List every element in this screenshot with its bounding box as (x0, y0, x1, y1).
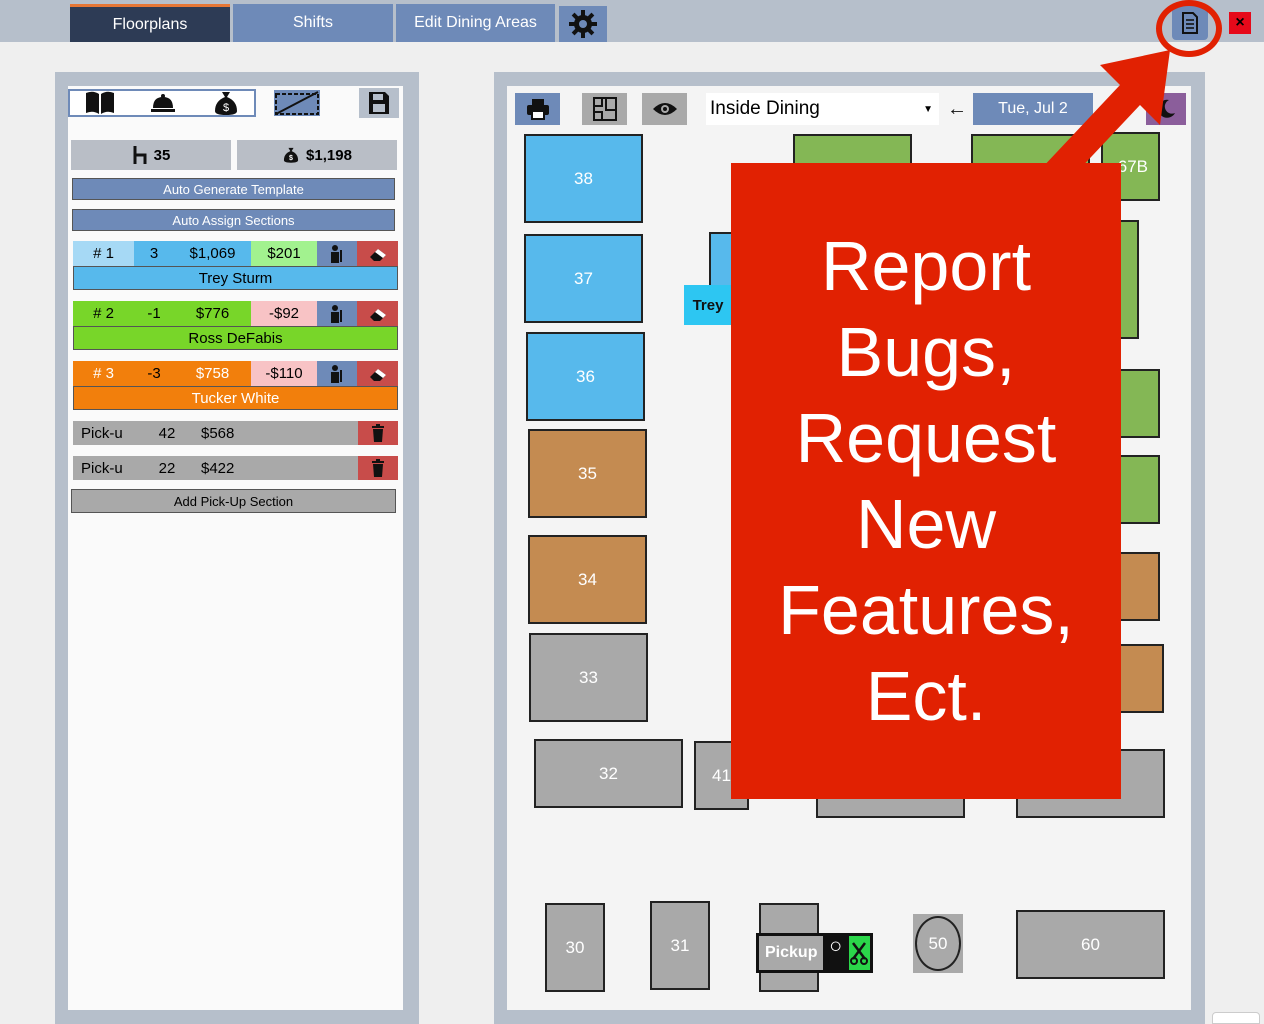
eye-icon (652, 103, 677, 115)
chevron-down-icon: ▼ (923, 103, 933, 115)
section-row[interactable]: # 1 3 $1,069 $201 (73, 241, 398, 266)
svg-text:$: $ (289, 155, 293, 162)
person-icon (828, 941, 844, 966)
gear-icon (569, 10, 597, 38)
section-server-name[interactable]: Tucker White (73, 386, 398, 410)
callout-line: Report (820, 227, 1032, 305)
table-36[interactable]: 36 (526, 332, 645, 421)
svg-text:$: $ (223, 102, 229, 114)
section-number: # 2 (73, 301, 134, 326)
arrow-left-icon[interactable]: ← (945, 95, 969, 123)
section-row[interactable]: # 2 -1 $776 -$92 (73, 301, 398, 326)
pickup-row[interactable]: Pick-u 22 $422 (73, 456, 398, 480)
tab-shifts[interactable]: Shifts (233, 4, 393, 42)
callout-line: Features, (778, 571, 1074, 649)
table-37[interactable]: 37 (524, 234, 643, 323)
eraser-icon[interactable] (357, 301, 398, 326)
dining-area-value: Inside Dining (710, 98, 820, 119)
auto-assign-sections-button[interactable]: Auto Assign Sections (72, 209, 395, 231)
print-button[interactable] (515, 93, 560, 125)
covers-stat: 35 (71, 140, 231, 170)
dining-area-select[interactable]: Inside Dining ▼ (706, 93, 939, 125)
pickup-label: Pick-u (81, 459, 123, 477)
assign-server-icon[interactable] (317, 301, 357, 326)
section-server-name[interactable]: Ross DeFabis (73, 326, 398, 350)
save-button[interactable] (359, 88, 399, 118)
section-row[interactable]: # 3 -3 $758 -$110 (73, 361, 398, 386)
section-diff: -$110 (251, 361, 317, 386)
trash-icon[interactable] (358, 421, 398, 445)
table-50-label: 50 (915, 916, 961, 971)
chair-icon (133, 146, 147, 164)
sales-stat: $ $1,198 (237, 140, 397, 170)
pickup-tag-label: Pickup (759, 936, 824, 970)
feedback-callout: Report Bugs, Request New Features, Ect. (731, 163, 1121, 799)
callout-line: New (855, 485, 997, 563)
round-table-50[interactable]: 50 (913, 914, 963, 973)
add-pickup-section-button[interactable]: Add Pick-Up Section (71, 489, 396, 513)
floorplan-icon (592, 97, 617, 121)
table-34[interactable]: 34 (528, 535, 647, 624)
section-count: -3 (134, 361, 174, 386)
table-35[interactable]: 35 (528, 429, 647, 518)
sales-value: $1,198 (306, 146, 352, 164)
table-30[interactable]: 30 (545, 903, 605, 992)
scroll-handle[interactable] (1212, 1012, 1260, 1024)
section-count: -1 (134, 301, 174, 326)
section-number: # 3 (73, 361, 134, 386)
section-diff: -$92 (251, 301, 317, 326)
trash-icon[interactable] (358, 456, 398, 480)
close-button[interactable]: × (1229, 12, 1251, 34)
table-33[interactable]: 33 (529, 633, 648, 722)
section-sales: $758 (174, 361, 251, 386)
stairs-icon[interactable] (274, 90, 320, 116)
save-icon (369, 92, 389, 114)
pickup-sales: $568 (201, 424, 235, 442)
pickup-row[interactable]: Pick-u 42 $568 (73, 421, 398, 445)
scissors-icon[interactable] (848, 936, 870, 970)
table-38[interactable]: 38 (524, 134, 643, 223)
eraser-icon[interactable] (357, 241, 398, 266)
printer-icon (526, 99, 549, 120)
book-icon[interactable] (84, 90, 116, 121)
pickup-tag[interactable]: Pickup (756, 933, 873, 973)
assign-server-icon[interactable] (317, 241, 357, 266)
table-60[interactable]: 60 (1016, 910, 1165, 979)
pickup-label: Pick-u (81, 424, 123, 442)
floorplan-view-button[interactable] (582, 93, 627, 125)
tab-floorplans[interactable]: Floorplans (70, 4, 230, 42)
pickup-count: 42 (158, 424, 176, 442)
auto-generate-template-button[interactable]: Auto Generate Template (72, 178, 395, 200)
pickup-count: 22 (158, 459, 176, 477)
tab-edit-dining-areas[interactable]: Edit Dining Areas (396, 4, 555, 42)
server-tag[interactable]: Trey (684, 285, 732, 325)
section-number: # 1 (73, 241, 134, 266)
table-31[interactable]: 31 (650, 901, 710, 990)
covers-value: 35 (153, 146, 171, 164)
cloche-icon[interactable] (150, 90, 176, 121)
section-sales: $776 (174, 301, 251, 326)
eraser-icon[interactable] (357, 361, 398, 386)
section-sales: $1,069 (174, 241, 251, 266)
assign-server-icon[interactable] (317, 361, 357, 386)
callout-line: Bugs, (836, 313, 1016, 391)
money-bag-icon[interactable]: $ (212, 89, 240, 122)
section-diff: $201 (251, 241, 317, 266)
section-server-name[interactable]: Trey Sturm (73, 266, 398, 290)
table-32[interactable]: 32 (534, 739, 683, 808)
pickup-sales: $422 (201, 459, 235, 477)
money-bag-icon: $ (283, 147, 299, 163)
visibility-button[interactable] (642, 93, 687, 125)
section-count: 3 (134, 241, 174, 266)
settings-button[interactable] (559, 6, 607, 42)
callout-line: Ect. (865, 657, 987, 735)
callout-line: Request (795, 399, 1057, 477)
